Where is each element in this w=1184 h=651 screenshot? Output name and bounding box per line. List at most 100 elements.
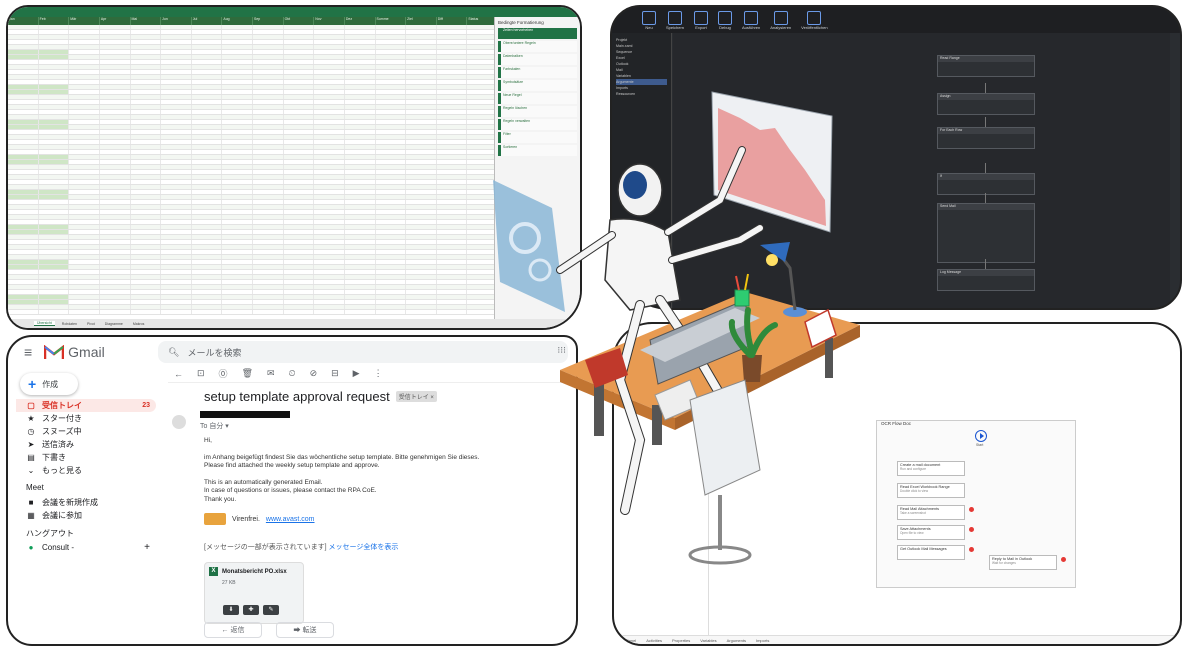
table-cell[interactable]	[222, 60, 253, 64]
table-cell[interactable]	[8, 160, 39, 164]
table-cell[interactable]	[437, 295, 468, 299]
table-cell[interactable]	[376, 250, 407, 254]
table-cell[interactable]	[161, 275, 192, 279]
table-cell[interactable]	[161, 200, 192, 204]
table-cell[interactable]	[284, 155, 315, 159]
table-cell[interactable]	[314, 25, 345, 29]
table-cell[interactable]	[222, 225, 253, 229]
table-cell[interactable]	[376, 285, 407, 289]
table-cell[interactable]	[253, 205, 284, 209]
table-cell[interactable]	[131, 145, 162, 149]
table-cell[interactable]	[192, 190, 223, 194]
table-cell[interactable]	[253, 150, 284, 154]
table-cell[interactable]	[406, 190, 437, 194]
table-cell[interactable]	[314, 145, 345, 149]
table-cell[interactable]	[192, 255, 223, 259]
table-cell[interactable]	[131, 210, 162, 214]
table-cell[interactable]	[131, 185, 162, 189]
table-cell[interactable]	[437, 130, 468, 134]
table-cell[interactable]	[192, 70, 223, 74]
table-cell[interactable]	[39, 305, 70, 309]
table-cell[interactable]	[192, 145, 223, 149]
table-cell[interactable]	[253, 90, 284, 94]
table-cell[interactable]	[131, 310, 162, 314]
table-cell[interactable]	[39, 110, 70, 114]
table-cell[interactable]	[345, 265, 376, 269]
table-cell[interactable]	[131, 295, 162, 299]
table-cell[interactable]	[253, 180, 284, 184]
table-cell[interactable]	[222, 35, 253, 39]
table-cell[interactable]	[38, 295, 70, 299]
table-cell[interactable]	[38, 125, 70, 129]
table-cell[interactable]	[222, 140, 253, 144]
table-cell[interactable]	[192, 305, 223, 309]
table-cell[interactable]	[253, 65, 284, 69]
table-cell[interactable]	[314, 165, 345, 169]
table-cell[interactable]	[69, 220, 100, 224]
table-cell[interactable]	[437, 230, 468, 234]
table-cell[interactable]	[406, 290, 437, 294]
table-cell[interactable]	[131, 215, 162, 219]
flow-activity[interactable]: Reply to Mail in Outlook Wait for changes	[989, 555, 1057, 570]
column-header[interactable]: Nov	[314, 17, 345, 25]
table-cell[interactable]	[345, 205, 376, 209]
table-cell[interactable]	[314, 65, 345, 69]
table-cell[interactable]	[100, 45, 131, 49]
table-cell[interactable]	[406, 30, 437, 34]
sheet-tab[interactable]: Übersicht	[34, 321, 55, 326]
table-cell[interactable]	[39, 250, 70, 254]
table-cell[interactable]	[437, 165, 468, 169]
table-cell[interactable]	[376, 245, 407, 249]
pane-item[interactable]: Regeln verwalten	[498, 119, 577, 130]
table-cell[interactable]	[406, 245, 437, 249]
table-cell[interactable]	[38, 195, 70, 199]
column-header[interactable]: Mär	[69, 17, 100, 25]
table-cell[interactable]	[284, 290, 315, 294]
table-cell[interactable]	[222, 75, 253, 79]
table-cell[interactable]	[131, 195, 162, 199]
table-cell[interactable]	[131, 290, 162, 294]
table-cell[interactable]	[406, 310, 437, 314]
toolbar-icon[interactable]: ⊟	[331, 368, 339, 379]
table-cell[interactable]	[253, 220, 284, 224]
toolbar-icon[interactable]: ⋮	[374, 368, 383, 379]
table-cell[interactable]	[376, 45, 407, 49]
table-cell[interactable]	[406, 200, 437, 204]
table-cell[interactable]	[161, 95, 192, 99]
table-cell[interactable]	[161, 145, 192, 149]
table-cell[interactable]	[376, 290, 407, 294]
table-cell[interactable]	[253, 195, 284, 199]
table-cell[interactable]	[376, 35, 407, 39]
table-cell[interactable]	[161, 280, 192, 284]
table-cell[interactable]	[100, 215, 131, 219]
table-cell[interactable]	[39, 40, 70, 44]
column-header[interactable]: Apr	[100, 17, 131, 25]
table-cell[interactable]	[69, 150, 100, 154]
show-full-message-link[interactable]: メッセージ全体を表示	[329, 544, 399, 551]
table-cell[interactable]	[131, 85, 162, 89]
table-cell[interactable]	[406, 95, 437, 99]
table-cell[interactable]	[345, 295, 376, 299]
table-cell[interactable]	[222, 165, 253, 169]
table-cell[interactable]	[437, 70, 468, 74]
table-cell[interactable]	[222, 195, 253, 199]
table-cell[interactable]	[38, 300, 70, 304]
table-cell[interactable]	[161, 140, 192, 144]
table-cell[interactable]	[406, 225, 437, 229]
table-cell[interactable]	[69, 160, 100, 164]
table-cell[interactable]	[131, 55, 162, 59]
table-cell[interactable]	[131, 105, 162, 109]
table-cell[interactable]	[161, 295, 192, 299]
table-cell[interactable]	[284, 25, 315, 29]
table-cell[interactable]	[8, 40, 39, 44]
table-cell[interactable]	[253, 235, 284, 239]
table-cell[interactable]	[345, 250, 376, 254]
table-cell[interactable]	[222, 120, 253, 124]
table-cell[interactable]	[314, 270, 345, 274]
table-cell[interactable]	[192, 290, 223, 294]
table-cell[interactable]	[345, 225, 376, 229]
table-cell[interactable]	[192, 60, 223, 64]
table-cell[interactable]	[39, 185, 70, 189]
table-cell[interactable]	[161, 235, 192, 239]
table-cell[interactable]	[100, 90, 131, 94]
